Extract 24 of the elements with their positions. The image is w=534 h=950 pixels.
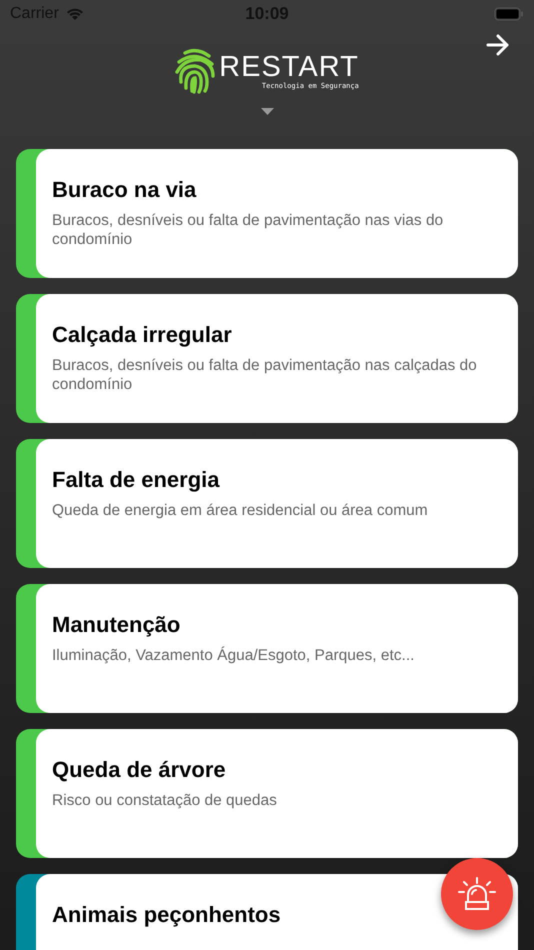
category-card[interactable]: Calçada irregular Buracos, desníveis ou falta de pavimentação nas calçadas do condomínio	[16, 294, 518, 423]
forward-arrow-button[interactable]	[486, 34, 510, 56]
category-title: Animais peçonhentos	[52, 902, 282, 928]
category-card[interactable]: Queda de árvore Risco ou constatação de quedas	[16, 729, 518, 858]
category-card[interactable]: Animais peçonhentos	[16, 874, 518, 950]
fingerprint-icon	[175, 48, 216, 94]
category-card[interactable]: Buraco na via Buracos, desníveis ou falta de pavimentação nas vias do condomínio	[16, 149, 518, 278]
category-card[interactable]: Falta de energia Queda de energia em área residencial ou área comum	[16, 439, 518, 568]
category-title: Falta de energia	[52, 467, 221, 493]
brand-name: RESTART	[219, 52, 359, 82]
category-title: Calçada irregular	[52, 322, 233, 348]
category-description: Risco ou constatação de quedas	[52, 791, 278, 810]
wifi-icon	[64, 7, 85, 21]
siren-icon	[458, 877, 496, 911]
category-description: Queda de energia em área residencial ou área comum	[52, 501, 429, 520]
category-title: Buraco na via	[52, 177, 198, 203]
category-description: Iluminação, Vazamento Água/Esgoto, Parques, etc...	[52, 646, 416, 665]
category-title: Manutenção	[52, 612, 182, 638]
battery-icon	[494, 7, 524, 21]
category-title: Queda de árvore	[52, 757, 227, 783]
category-card[interactable]: Manutenção Iluminação, Vazamento Água/Esgoto, Parques, etc...	[16, 584, 518, 713]
category-description: Buracos, desníveis ou falta de pavimentação nas calçadas do condomínio	[52, 356, 478, 394]
dropdown-caret-icon[interactable]	[260, 108, 274, 116]
category-description: Buracos, desníveis ou falta de pavimentação nas vias do condomínio	[52, 211, 444, 249]
